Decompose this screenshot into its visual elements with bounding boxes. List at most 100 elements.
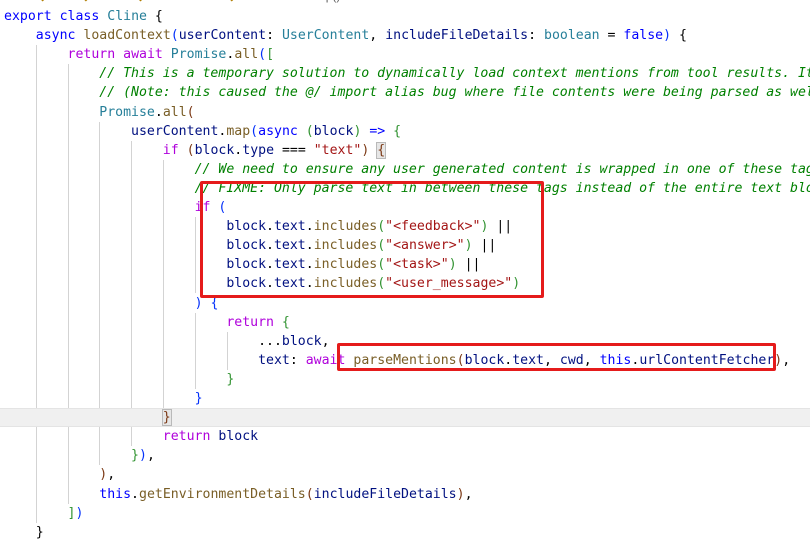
code-line[interactable]: return await Promise.all([ xyxy=(0,45,810,64)
code-token: all xyxy=(162,104,187,120)
code-token: { xyxy=(281,314,290,330)
code-line[interactable]: Promise.all( xyxy=(0,103,810,122)
code-line[interactable]: // This is a temporary solution to dynam… xyxy=(0,64,810,83)
code-token: ( xyxy=(258,47,267,63)
code-line[interactable]: } xyxy=(0,370,810,389)
code-line[interactable]: if (block.type === "text") { xyxy=(0,141,810,160)
code-token: { xyxy=(376,141,387,159)
code-token: block xyxy=(313,123,354,139)
code-line[interactable]: return { xyxy=(0,313,810,332)
code-token: === xyxy=(274,142,314,158)
code-token: = xyxy=(599,28,624,44)
code-token: } xyxy=(161,409,172,427)
code-line[interactable]: export class Cline { xyxy=(0,7,810,26)
code-token: userContent xyxy=(178,28,267,44)
code-token: ( xyxy=(305,486,314,502)
code-token: Promise xyxy=(170,47,227,63)
code-token: all xyxy=(234,47,259,63)
code-token: ) xyxy=(75,505,84,521)
code-token: { xyxy=(146,9,163,24)
code-token: async xyxy=(35,28,76,44)
code-line[interactable]: // We need to ensure any user generated … xyxy=(0,160,810,179)
code-token: export xyxy=(4,9,52,24)
code-token: userContent xyxy=(131,123,219,139)
code-token: [ xyxy=(266,47,275,63)
code-line[interactable]: ]) xyxy=(0,504,810,523)
condition-highlight-box xyxy=(200,181,544,298)
code-token: ( xyxy=(186,104,195,120)
code-line[interactable]: } xyxy=(0,389,810,408)
code-token: block xyxy=(194,142,235,158)
code-token: : xyxy=(528,28,544,44)
code-token: . xyxy=(154,104,163,120)
code-token: includeFileDetails xyxy=(313,486,457,502)
code-line[interactable]: userContent.map(async (block) => { xyxy=(0,122,810,141)
code-line[interactable]: }), xyxy=(0,446,810,465)
code-token: block xyxy=(218,429,259,445)
code-token: loadContext xyxy=(83,28,171,44)
code-token: . xyxy=(131,486,139,502)
code-token: false xyxy=(623,28,664,44)
code-token: "text" xyxy=(313,142,362,158)
code-token: , xyxy=(464,486,473,502)
code-line[interactable]: this.getEnvironmentDetails(includeFileDe… xyxy=(0,485,810,504)
code-token: getEnvironmentDetails xyxy=(139,486,306,502)
code-token: await xyxy=(123,47,163,63)
code-token: UserContent xyxy=(281,28,370,44)
code-token: } xyxy=(35,524,44,540)
code-token: // We need to ensure any user generated … xyxy=(194,161,810,177)
code-line[interactable]: async loadContext(userContent: UserConte… xyxy=(0,26,810,45)
code-token: async xyxy=(258,123,298,139)
code-line[interactable]: ), xyxy=(0,465,810,484)
code-token: return xyxy=(67,47,116,63)
code-token: ) xyxy=(139,448,147,464)
code-line[interactable]: // (Note: this caused the @/ import alia… xyxy=(0,83,810,102)
code-token: : xyxy=(266,28,282,44)
code-token: : xyxy=(289,352,306,368)
code-token: Promise xyxy=(99,104,155,120)
code-token: , xyxy=(321,333,330,349)
code-token: , xyxy=(782,352,791,368)
code-token: ( xyxy=(170,28,179,44)
code-line[interactable]: return block xyxy=(0,427,810,446)
code-token: this xyxy=(99,486,132,502)
code-token: ( xyxy=(305,123,314,139)
code-token: } xyxy=(194,391,203,406)
code-token: ( xyxy=(250,123,259,139)
code-token: => xyxy=(361,123,394,139)
code-token: } xyxy=(131,448,139,464)
code-token: // (Note: this caused the @/ import alia… xyxy=(99,85,810,101)
code-token: return xyxy=(226,314,274,330)
code-line[interactable]: } xyxy=(0,408,810,428)
code-token: class xyxy=(59,9,100,24)
code-line[interactable]: } xyxy=(0,523,810,542)
code-token: } xyxy=(226,371,235,387)
